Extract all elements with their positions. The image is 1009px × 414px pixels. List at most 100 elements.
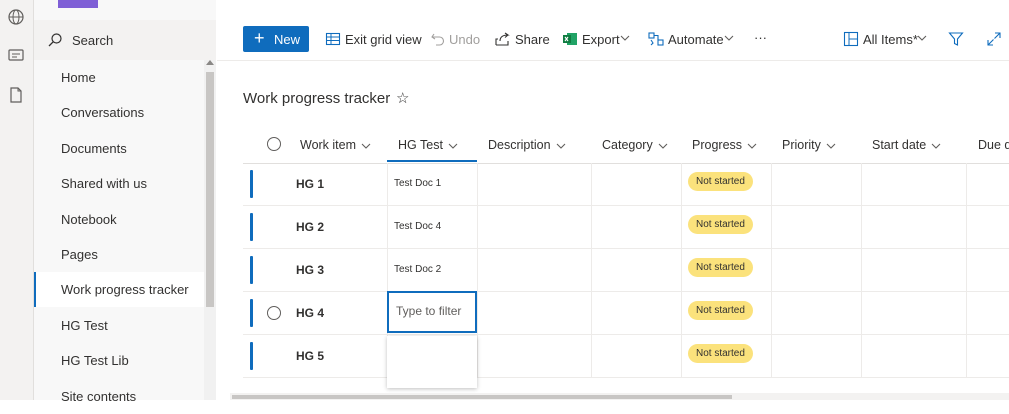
- filter-dropdown[interactable]: [387, 336, 477, 388]
- plus-icon: +: [254, 28, 265, 48]
- column-header[interactable]: Description: [488, 138, 566, 152]
- nav-item-label: HG Test Lib: [61, 353, 129, 369]
- exit-grid-view-button[interactable]: Exit grid view: [325, 26, 422, 52]
- horizontal-scrollbar-thumb[interactable]: [232, 395, 732, 399]
- status-badge: Not started: [688, 215, 753, 234]
- status-badge: Not started: [688, 172, 753, 191]
- column-header[interactable]: Work item: [300, 138, 371, 152]
- scroll-up-arrow-icon[interactable]: [206, 60, 214, 65]
- nav-item-label: Conversations: [61, 105, 145, 121]
- cell-divider: [861, 292, 862, 334]
- cell-divider: [591, 292, 592, 334]
- table-row[interactable]: [243, 292, 1009, 335]
- cell-divider: [681, 249, 682, 291]
- table-row[interactable]: [243, 335, 1009, 378]
- new-button[interactable]: + New: [243, 26, 309, 52]
- nav-item[interactable]: HG Test Lib: [34, 343, 204, 378]
- column-header-label: Work item: [300, 138, 357, 152]
- table-row[interactable]: [243, 163, 1009, 206]
- cell-divider: [681, 206, 682, 248]
- work-item-cell[interactable]: HG 1: [296, 177, 324, 191]
- cell-divider: [591, 163, 592, 205]
- chevron-down-icon: [361, 143, 371, 149]
- cell-divider: [771, 163, 772, 205]
- exit-grid-view-label: Exit grid view: [345, 32, 422, 47]
- filter-icon[interactable]: [948, 31, 964, 47]
- hg-test-cell[interactable]: Test Doc 1: [394, 178, 441, 189]
- row-select-circle-icon[interactable]: [267, 306, 281, 320]
- work-item-cell[interactable]: HG 5: [296, 349, 324, 363]
- column-header-label: Due d: [978, 138, 1009, 152]
- cell-divider: [681, 292, 682, 334]
- undo-icon: [431, 33, 445, 46]
- nav-item[interactable]: Notebook: [34, 202, 204, 237]
- new-button-label: New: [274, 32, 301, 47]
- column-header-label: Start date: [872, 138, 927, 152]
- nav-item[interactable]: Documents: [34, 131, 204, 166]
- search-label: Search: [72, 33, 114, 48]
- chevron-down-icon: [931, 143, 941, 149]
- cell-divider: [966, 249, 967, 291]
- share-button[interactable]: Share: [494, 26, 550, 52]
- cell-divider: [966, 206, 967, 248]
- export-label: Export: [582, 32, 620, 47]
- work-item-cell[interactable]: HG 4: [296, 306, 324, 320]
- site-logo: [58, 0, 98, 8]
- select-all-circle-icon[interactable]: [267, 137, 281, 151]
- undo-button[interactable]: Undo: [430, 26, 480, 52]
- cell-divider: [771, 249, 772, 291]
- hg-test-cell[interactable]: Test Doc 2: [394, 264, 441, 275]
- favorite-star-icon[interactable]: ☆: [396, 89, 409, 107]
- excel-icon: [563, 33, 577, 45]
- column-header[interactable]: HG Test: [398, 138, 458, 152]
- table-row[interactable]: [243, 249, 1009, 292]
- grid-icon: [325, 32, 341, 46]
- hg-test-cell[interactable]: Test Doc 4: [394, 221, 441, 232]
- work-item-cell[interactable]: HG 3: [296, 263, 324, 277]
- nav-item[interactable]: Shared with us: [34, 166, 204, 201]
- cell-divider: [681, 335, 682, 377]
- nav-item-label: HG Test: [61, 317, 108, 333]
- nav-item-label: Home: [61, 70, 96, 85]
- search-icon: [48, 33, 62, 47]
- nav-item[interactable]: Conversations: [34, 95, 204, 130]
- nav-item[interactable]: Pages: [34, 237, 204, 272]
- chevron-down-icon: [747, 143, 757, 149]
- work-item-cell[interactable]: HG 2: [296, 220, 324, 234]
- cell-divider: [771, 292, 772, 334]
- column-header[interactable]: Priority: [782, 138, 836, 152]
- row-accent-bar: [250, 213, 253, 241]
- automate-label: Automate: [668, 32, 724, 47]
- more-options-button[interactable]: ···: [754, 26, 774, 52]
- view-switcher[interactable]: All Items*: [843, 26, 929, 52]
- nav-item-label: Site contents: [61, 388, 137, 404]
- expand-icon[interactable]: [986, 31, 1002, 47]
- news-icon[interactable]: [7, 46, 25, 64]
- row-accent-bar: [250, 342, 253, 370]
- cell-divider: [861, 335, 862, 377]
- status-badge: Not started: [688, 301, 753, 320]
- nav-item[interactable]: Site contents: [34, 379, 204, 414]
- nav-scrollbar-thumb[interactable]: [206, 72, 214, 307]
- globe-icon[interactable]: [7, 8, 25, 26]
- nav-item[interactable]: Work progress tracker: [34, 272, 204, 308]
- table-row[interactable]: [243, 206, 1009, 249]
- export-button[interactable]: Export: [562, 26, 632, 52]
- cell-divider: [966, 163, 967, 205]
- document-icon[interactable]: [7, 86, 25, 104]
- automate-icon: [648, 32, 664, 46]
- cell-divider: [591, 335, 592, 377]
- share-icon: [495, 32, 510, 46]
- column-header[interactable]: Category: [602, 138, 668, 152]
- chevron-down-icon: [556, 143, 565, 149]
- cell-divider: [387, 249, 388, 291]
- column-header[interactable]: Start date: [872, 138, 941, 152]
- column-header[interactable]: Progress: [692, 138, 757, 152]
- nav-item[interactable]: Home: [34, 60, 204, 95]
- cell-divider: [591, 206, 592, 248]
- cell-divider: [477, 335, 478, 377]
- chevron-down-icon: [448, 143, 458, 149]
- nav-item[interactable]: HG Test: [34, 308, 204, 343]
- automate-button[interactable]: Automate: [648, 26, 736, 52]
- column-header[interactable]: Due d: [978, 138, 1009, 152]
